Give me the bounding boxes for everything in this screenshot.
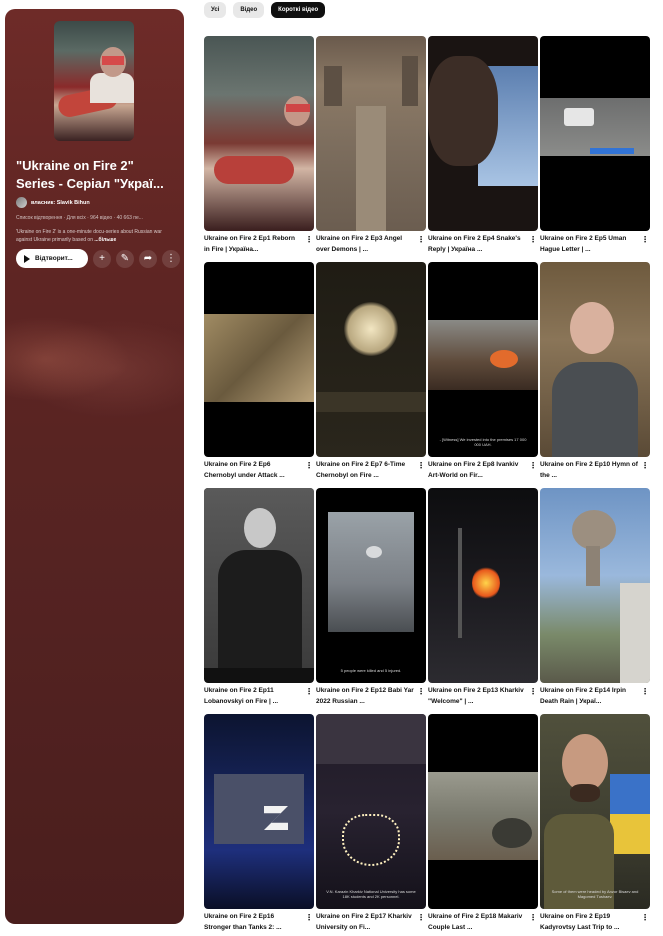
video-card[interactable]: Ukraine on Fire 2 Ep3 Angel over Demons … [316,36,426,253]
more-vert-icon[interactable]: ⋮ [641,236,649,244]
video-title[interactable]: Ukraine on Fire 2 Ep14 Irpin Death Rain … [540,686,638,707]
video-thumbnail[interactable] [428,714,538,909]
video-title[interactable]: Ukraine on Fire 2 Ep11 Lobanovskyi on Fi… [204,686,302,707]
video-card[interactable]: Ukraine of Fire 2 Ep18 Makariv Couple La… [428,714,538,931]
more-vert-icon[interactable]: ⋮ [529,462,537,470]
pencil-icon[interactable]: ✎ [116,249,134,268]
video-title[interactable]: Ukraine on Fire 2 Ep17 Kharkiv Universit… [316,912,414,933]
video-title[interactable]: Ukraine on Fire 2 Ep8 Ivankiv Art-World … [428,460,526,481]
more-vert-icon[interactable]: ⋮ [417,914,425,922]
video-thumbnail[interactable] [540,36,650,231]
owner-label[interactable]: власник: Slavik Bihun [31,200,90,206]
video-thumbnail[interactable] [540,262,650,457]
video-card[interactable]: Some of them were headed by Anzor Bisaev… [540,714,650,931]
video-thumbnail[interactable] [428,36,538,231]
playlist-title: "Ukraine on Fire 2" Series - Серіал "Укр… [16,158,164,191]
video-card[interactable]: V.N. Karazin Kharkiv National University… [316,714,426,931]
video-title[interactable]: Ukraine on Fire 2 Ep19 Kadyrovtsy Last T… [540,912,638,933]
video-title[interactable]: Ukraine on Fire 2 Ep12 Babi Yar 2022 Rus… [316,686,414,707]
video-thumbnail[interactable] [316,262,426,457]
playlist-owner[interactable]: власник: Slavik Bihun [16,197,90,208]
more-link[interactable]: ...більше [94,237,116,243]
more-vert-icon[interactable]: ⋮ [305,688,313,696]
video-caption: V.N. Karazin Kharkiv National University… [326,889,416,899]
video-caption: Some of them were headed by Anzor Bisaev… [551,889,639,899]
video-thumbnail[interactable] [316,36,426,231]
chip-all[interactable]: Усі [204,2,227,18]
video-card[interactable]: Ukraine on Fire 2 Ep16 Stronger than Tan… [204,714,314,931]
video-thumbnail[interactable] [428,488,538,683]
video-card[interactable]: Ukraine on Fire 2 Ep14 Irpin Death Rain … [540,488,650,705]
more-vert-icon[interactable]: ⋮ [305,462,313,470]
video-title[interactable]: Ukraine on Fire 2 Ep1 Reborn in Fire | У… [204,234,302,255]
video-thumbnail[interactable] [204,714,314,909]
video-title[interactable]: Ukraine on Fire 2 Ep6 Chernobyl under At… [204,460,302,481]
video-thumbnail[interactable]: - [Witness] We invested into the premise… [428,262,538,457]
playlist-actions: Відтворит... + ✎ ➦ ⋮ [16,249,180,268]
video-title[interactable]: Ukraine on Fire 2 Ep3 Angel over Demons … [316,234,414,255]
video-title[interactable]: Ukraine on Fire 2 Ep10 Hymn of the ... [540,460,638,481]
video-card[interactable]: 5 people were killed and 5 injured. Ukra… [316,488,426,705]
more-vert-icon[interactable]: ⋮ [641,688,649,696]
more-vert-icon[interactable]: ⋮ [162,249,180,268]
video-grid: Ukraine on Fire 2 Ep1 Reborn in Fire | У… [204,36,650,931]
plus-icon[interactable]: + [93,249,111,268]
description-text: 'Ukraine on Fire 2' is a one-minute docu… [16,229,162,243]
chip-shorts[interactable]: Короткі відео [271,2,326,18]
video-card[interactable]: - [Witness] We invested into the premise… [428,262,538,479]
video-caption: 5 people were killed and 5 injured. [340,668,402,673]
play-icon [24,254,30,263]
video-card[interactable]: Ukraine on Fire 2 Ep5 Uman Hague Letter … [540,36,650,253]
more-vert-icon[interactable]: ⋮ [529,914,537,922]
filter-chips: Усі Відео Короткі відео [204,2,326,18]
video-thumbnail[interactable]: V.N. Karazin Kharkiv National University… [316,714,426,909]
video-card[interactable]: Ukraine on Fire 2 Ep10 Hymn of the ... ⋮ [540,262,650,479]
video-title[interactable]: Ukraine on Fire 2 Ep7 6-Time Chernobyl o… [316,460,414,481]
more-vert-icon[interactable]: ⋮ [417,688,425,696]
video-title[interactable]: Ukraine on Fire 2 Ep16 Stronger than Tan… [204,912,302,933]
play-all-button[interactable]: Відтворит... [16,249,88,268]
video-card[interactable]: Ukraine on Fire 2 Ep4 Snake's Reply | Ук… [428,36,538,253]
video-thumbnail[interactable]: 5 people were killed and 5 injured. [316,488,426,683]
video-title[interactable]: Ukraine on Fire 2 Ep4 Snake's Reply | Ук… [428,234,526,255]
video-caption: - [Witness] We invested into the premise… [439,437,527,447]
video-card[interactable]: Ukraine on Fire 2 Ep7 6-Time Chernobyl o… [316,262,426,479]
video-thumbnail[interactable]: Some of them were headed by Anzor Bisaev… [540,714,650,909]
more-vert-icon[interactable]: ⋮ [529,236,537,244]
more-vert-icon[interactable]: ⋮ [641,462,649,470]
video-thumbnail[interactable] [204,488,314,683]
playlist-meta: Список відтворення · Для всіх · 964 віде… [16,215,143,221]
video-title[interactable]: Ukraine on Fire 2 Ep13 Kharkiv "Welcome"… [428,686,526,707]
play-all-label: Відтворит... [35,255,73,262]
video-card[interactable]: Ukraine on Fire 2 Ep13 Kharkiv "Welcome"… [428,488,538,705]
video-card[interactable]: Ukraine on Fire 2 Ep1 Reborn in Fire | У… [204,36,314,253]
video-card[interactable]: Ukraine on Fire 2 Ep11 Lobanovskyi on Fi… [204,488,314,705]
video-thumbnail[interactable] [540,488,650,683]
share-icon[interactable]: ➦ [139,249,157,268]
video-title[interactable]: Ukraine on Fire 2 Ep5 Uman Hague Letter … [540,234,638,255]
more-vert-icon[interactable]: ⋮ [641,914,649,922]
playlist-description: 'Ukraine on Fire 2' is a one-minute docu… [16,229,178,244]
playlist-thumbnail[interactable]: ✎ [54,21,134,141]
chip-videos[interactable]: Відео [233,2,265,18]
video-thumbnail[interactable] [204,36,314,231]
more-vert-icon[interactable]: ⋮ [529,688,537,696]
video-thumbnail[interactable] [204,262,314,457]
video-title[interactable]: Ukraine of Fire 2 Ep18 Makariv Couple La… [428,912,526,933]
more-vert-icon[interactable]: ⋮ [305,914,313,922]
video-card[interactable]: Ukraine on Fire 2 Ep6 Chernobyl under At… [204,262,314,479]
more-vert-icon[interactable]: ⋮ [417,236,425,244]
avatar[interactable] [16,197,27,208]
playlist-panel: ✎ "Ukraine on Fire 2" Series - Серіал "У… [5,9,184,924]
more-vert-icon[interactable]: ⋮ [417,462,425,470]
more-vert-icon[interactable]: ⋮ [305,236,313,244]
